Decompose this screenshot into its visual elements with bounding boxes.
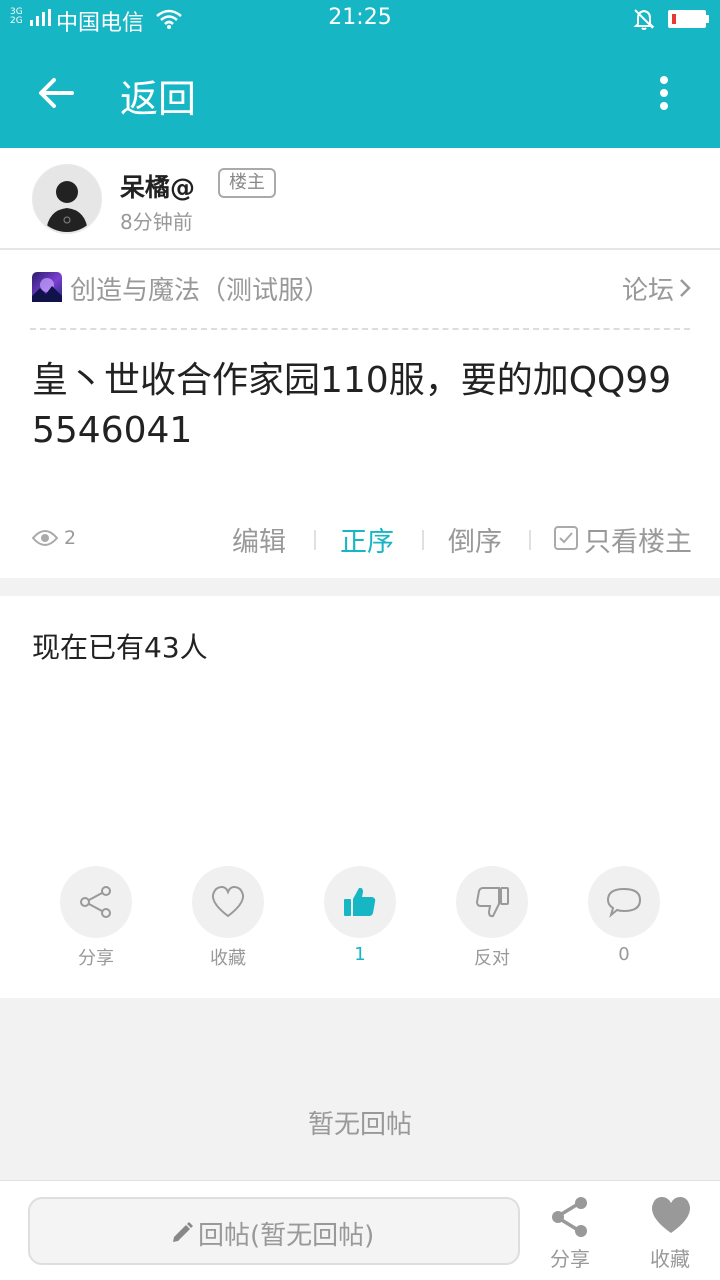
- thumbs-down-icon: [475, 887, 509, 918]
- eye-icon: [32, 530, 58, 546]
- bottom-favorite-label: 收藏: [650, 1247, 690, 1271]
- post-title: 皇丶世收合作家园110服，要的加QQ995546041: [32, 360, 672, 451]
- battery-level: [672, 14, 676, 24]
- heart-icon: [211, 885, 245, 918]
- share-icon: [80, 886, 111, 918]
- forum-game-icon: [32, 272, 62, 302]
- favorite-reaction[interactable]: 收藏: [192, 866, 264, 976]
- thumbs-up-icon: [344, 887, 376, 916]
- bottom-share-button[interactable]: 分享: [540, 1195, 600, 1275]
- content-text: 现在已有43人: [32, 631, 208, 664]
- reply-label: 回帖(暂无回帖): [198, 1221, 375, 1251]
- muted-bell-icon: [633, 9, 655, 30]
- oppose-label: 反对: [474, 948, 510, 969]
- like-count: 1: [354, 944, 366, 965]
- comment-count: 0: [618, 944, 630, 965]
- favorite-label: 收藏: [210, 948, 246, 969]
- like-reaction[interactable]: 1: [324, 866, 396, 976]
- battery-icon: [668, 10, 706, 28]
- bottom-bar: 回帖(暂无回帖) 分享 收藏: [0, 1180, 720, 1280]
- back-arrow-icon[interactable]: [30, 70, 82, 116]
- check-icon: [559, 532, 573, 544]
- owner-only-label[interactable]: 只看楼主: [584, 520, 692, 559]
- battery-tip: [706, 15, 709, 23]
- avatar-image: [34, 166, 100, 232]
- share-reaction[interactable]: 分享: [60, 866, 132, 976]
- bottom-favorite-button[interactable]: 收藏: [640, 1195, 700, 1275]
- divider: [0, 248, 720, 250]
- screen: 3G 2G 中国电信 21:25 返回 呆橘@ 楼主 8分钟前 创造与魔法（测试…: [0, 0, 720, 1280]
- heart-icon: [651, 1197, 691, 1233]
- sort-asc-button[interactable]: 正序: [340, 520, 394, 559]
- status-bar: 3G 2G 中国电信 21:25: [0, 0, 720, 38]
- comment-reaction[interactable]: 0: [588, 866, 660, 976]
- post-card: 呆橘@ 楼主 8分钟前 创造与魔法（测试服） 论坛 皇丶世收合作家园110服，要…: [0, 148, 720, 578]
- avatar[interactable]: [32, 164, 102, 234]
- forum-row[interactable]: 创造与魔法（测试服） 论坛: [32, 270, 692, 306]
- bottom-share-label: 分享: [550, 1247, 590, 1271]
- forum-name[interactable]: 创造与魔法（测试服）: [70, 270, 330, 307]
- post-time: 8分钟前: [120, 210, 193, 234]
- sort-desc-button[interactable]: 倒序: [448, 520, 502, 559]
- separator: [529, 530, 531, 550]
- forum-link[interactable]: 论坛: [622, 270, 692, 307]
- post-content: 现在已有43人 分享 收藏 1 反对 0: [0, 596, 720, 998]
- oppose-reaction[interactable]: 反对: [456, 866, 528, 976]
- share-icon: [552, 1197, 587, 1237]
- owner-badge: 楼主: [218, 168, 276, 198]
- edit-button[interactable]: 编辑: [232, 520, 286, 559]
- share-label: 分享: [78, 948, 114, 969]
- chevron-right-icon: [680, 279, 691, 297]
- back-label[interactable]: 返回: [120, 68, 196, 123]
- clock: 21:25: [328, 5, 392, 30]
- pencil-icon: [173, 1222, 193, 1242]
- replies-section: 暂无回帖: [0, 1000, 720, 1180]
- post-meta-row: 2 编辑 正序 倒序 只看楼主: [32, 518, 696, 558]
- app-bar: 返回: [0, 38, 720, 148]
- forum-link-label: 论坛: [621, 276, 674, 306]
- separator: [422, 530, 424, 550]
- author-name[interactable]: 呆橘@: [120, 168, 195, 204]
- more-options-icon[interactable]: [648, 70, 680, 116]
- separator: [314, 530, 316, 550]
- dashed-divider: [30, 328, 690, 330]
- view-count: 2: [64, 527, 77, 549]
- reply-button[interactable]: 回帖(暂无回帖): [28, 1197, 520, 1265]
- owner-only-checkbox[interactable]: [554, 526, 578, 550]
- no-replies-text: 暂无回帖: [307, 1110, 412, 1140]
- comment-bubble-icon: [606, 887, 642, 918]
